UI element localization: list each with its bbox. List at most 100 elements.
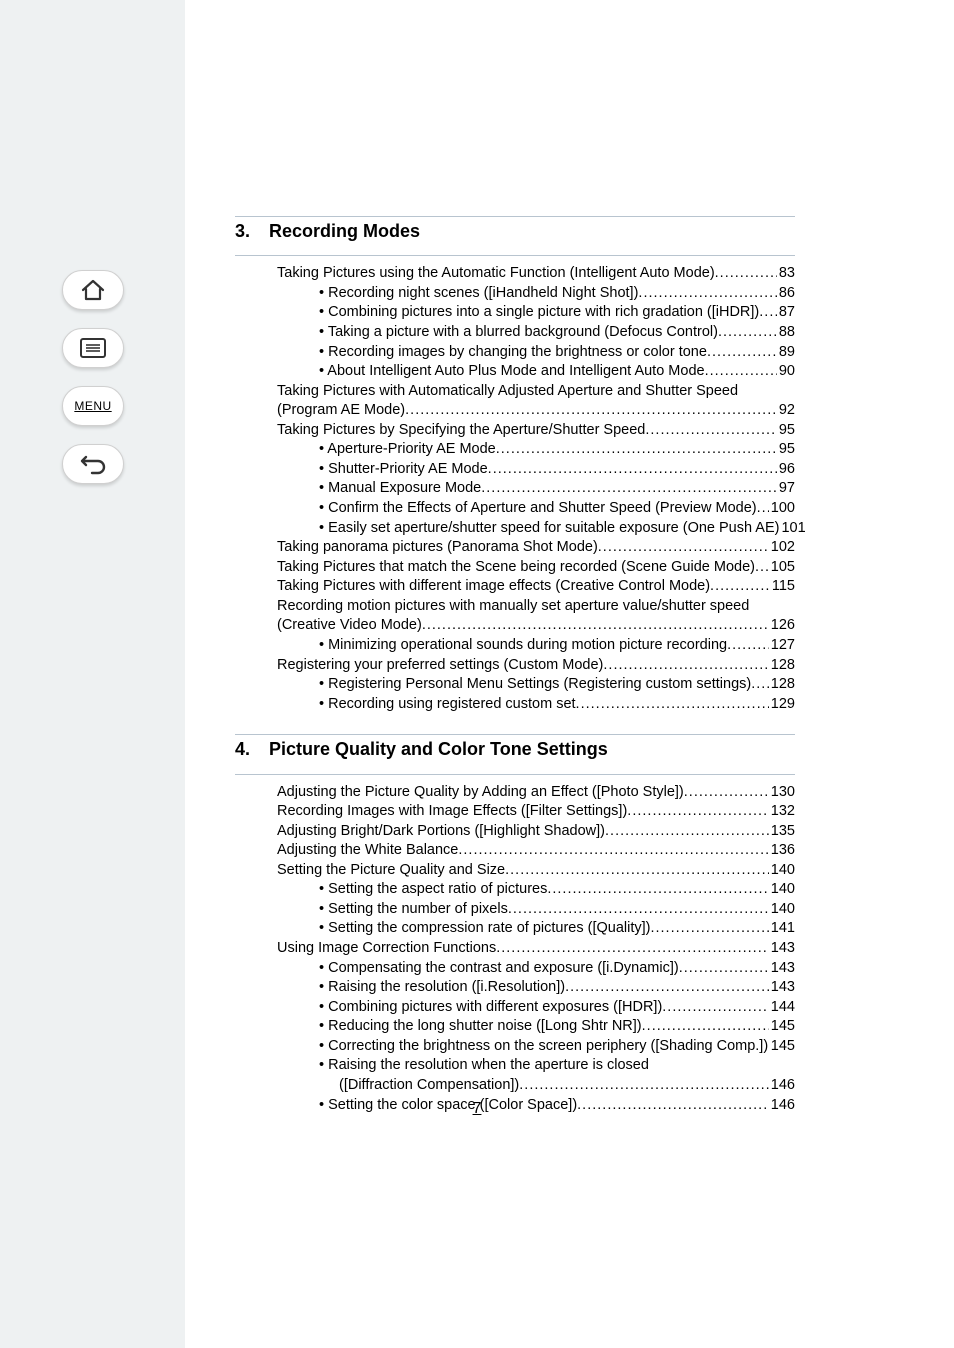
toc-page: 141 [769, 919, 795, 939]
toc-entry[interactable]: • Recording using registered custom set 1… [319, 695, 795, 715]
toc-entry[interactable]: • Combining pictures with different expo… [319, 998, 795, 1018]
toc-entry[interactable]: (Creative Video Mode)126 [277, 616, 795, 636]
toc-entry[interactable]: • Easily set aperture/shutter speed for … [319, 519, 795, 539]
toc-label: • Recording images by changing the brigh… [319, 343, 707, 363]
toc-leader [662, 998, 769, 1018]
toc-entry[interactable]: • Raising the resolution when the apertu… [319, 1056, 795, 1076]
toc-page: 129 [769, 695, 795, 715]
menu-icon: MENU [74, 399, 111, 413]
toc-entry[interactable]: • Shutter-Priority AE Mode 96 [319, 460, 795, 480]
toc-label: Adjusting the White Balance [277, 841, 458, 861]
toc-entry[interactable]: Registering your preferred settings (Cus… [277, 656, 795, 676]
toc-entry[interactable]: Using Image Correction Functions143 [277, 939, 795, 959]
toc-leader [422, 616, 769, 636]
toc-entry[interactable]: Taking Pictures with different image eff… [277, 577, 795, 597]
toc-entry[interactable]: • Reducing the long shutter noise ([Long… [319, 1017, 795, 1037]
toc-label: Adjusting the Picture Quality by Adding … [277, 783, 684, 803]
toc-label: • Correcting the brightness on the scree… [319, 1037, 768, 1057]
toc-entry[interactable]: • Confirm the Effects of Aperture and Sh… [319, 499, 795, 519]
toc-leader [519, 1076, 769, 1096]
toc-leader [576, 695, 769, 715]
sidebar: MENU [0, 0, 185, 1348]
menu-button[interactable]: MENU [62, 386, 124, 426]
toc-label: Setting the Picture Quality and Size [277, 861, 505, 881]
toc-leader [627, 802, 769, 822]
toc-icon [79, 337, 107, 359]
toc-button[interactable] [62, 328, 124, 368]
toc-leader [603, 656, 768, 676]
toc-entry[interactable]: • About Intelligent Auto Plus Mode and I… [319, 362, 795, 382]
toc-page: 95 [777, 421, 795, 441]
toc-page: 105 [769, 558, 795, 578]
toc-leader [605, 822, 769, 842]
section-title: Recording Modes [269, 219, 420, 243]
toc-entry[interactable]: • Taking a picture with a blurred backgr… [319, 323, 795, 343]
toc-leader [496, 939, 769, 959]
toc-entry[interactable]: Recording Images with Image Effects ([Fi… [277, 802, 795, 822]
toc-page: 144 [769, 998, 795, 1018]
toc-label: • Setting the compression rate of pictur… [319, 919, 650, 939]
toc-page: 132 [769, 802, 795, 822]
toc-page: 140 [769, 880, 795, 900]
toc-entry[interactable]: Adjusting the Picture Quality by Adding … [277, 783, 795, 803]
toc-entry[interactable]: Adjusting Bright/Dark Portions ([Highlig… [277, 822, 795, 842]
toc-label: • Setting the aspect ratio of pictures [319, 880, 547, 900]
toc-entry[interactable]: • Minimizing operational sounds during m… [319, 636, 795, 656]
toc-page: 126 [769, 616, 795, 636]
section-number: 3. [235, 219, 253, 243]
toc-entry[interactable]: ([Diffraction Compensation]) 146 [339, 1076, 795, 1096]
toc-entry[interactable]: • Raising the resolution ([i.Resolution]… [319, 978, 795, 998]
toc-leader [757, 499, 769, 519]
toc-entry[interactable]: Taking panorama pictures (Panorama Shot … [277, 538, 795, 558]
toc-entry[interactable]: Adjusting the White Balance 136 [277, 841, 795, 861]
toc-leader [505, 861, 769, 881]
toc-entry[interactable]: • Recording images by changing the brigh… [319, 343, 795, 363]
back-button[interactable] [62, 444, 124, 484]
toc-page: 146 [769, 1076, 795, 1096]
toc-entry[interactable]: Taking Pictures with Automatically Adjus… [277, 382, 795, 402]
toc-page: 97 [777, 479, 795, 499]
toc-entry[interactable]: • Setting the number of pixels140 [319, 900, 795, 920]
toc-leader [508, 900, 769, 920]
toc-entry[interactable]: • Manual Exposure Mode 97 [319, 479, 795, 499]
toc-leader [488, 460, 777, 480]
toc-page: 115 [770, 577, 795, 597]
home-button[interactable] [62, 270, 124, 310]
toc-label: Taking Pictures with different image eff… [277, 577, 710, 597]
toc-entry[interactable]: • Correcting the brightness on the scree… [319, 1037, 795, 1057]
toc-label: Taking Pictures using the Automatic Func… [277, 264, 715, 284]
toc-label: ([Diffraction Compensation]) [339, 1076, 519, 1096]
toc-label: Registering your preferred settings (Cus… [277, 656, 603, 676]
toc-entry[interactable]: Setting the Picture Quality and Size140 [277, 861, 795, 881]
toc-entry[interactable]: • Compensating the contrast and exposure… [319, 959, 795, 979]
toc-entry[interactable]: • Aperture-Priority AE Mode95 [319, 440, 795, 460]
toc-label: • Compensating the contrast and exposure… [319, 959, 679, 979]
toc-label: • Recording using registered custom set [319, 695, 576, 715]
toc-label: • About Intelligent Auto Plus Mode and I… [319, 362, 705, 382]
toc-entry[interactable]: (Program AE Mode)92 [277, 401, 795, 421]
toc-leader [496, 440, 777, 460]
toc-page: 145 [769, 1037, 795, 1057]
toc-entry[interactable]: Recording motion pictures with manually … [277, 597, 795, 617]
toc-entry[interactable]: Taking Pictures by Specifying the Apertu… [277, 421, 795, 441]
toc-page: 136 [769, 841, 795, 861]
toc-entry[interactable]: • Recording night scenes ([iHandheld Nig… [319, 284, 795, 304]
toc-page: 87 [777, 303, 795, 323]
toc-entry[interactable]: • Setting the compression rate of pictur… [319, 919, 795, 939]
toc-label: Taking Pictures with Automatically Adjus… [277, 382, 738, 402]
toc-leader [679, 959, 769, 979]
toc-label: Recording Images with Image Effects ([Fi… [277, 802, 627, 822]
toc-leader [707, 343, 777, 363]
toc-entry[interactable]: • Setting the aspect ratio of pictures 14… [319, 880, 795, 900]
toc-entry[interactable]: Taking Pictures using the Automatic Func… [277, 264, 795, 284]
toc-entry[interactable]: • Combining pictures into a single pictu… [319, 303, 795, 323]
toc-entry[interactable]: Taking Pictures that match the Scene bei… [277, 558, 795, 578]
section-header: 4.Picture Quality and Color Tone Setting… [235, 737, 795, 761]
toc-entry[interactable]: • Registering Personal Menu Settings (Re… [319, 675, 795, 695]
page-number: 7 [0, 1100, 954, 1118]
toc-label: • Manual Exposure Mode [319, 479, 481, 499]
toc-page: 92 [777, 401, 795, 421]
toc-page: 86 [777, 284, 795, 304]
toc-label: • Shutter-Priority AE Mode [319, 460, 488, 480]
toc-page: 96 [777, 460, 795, 480]
